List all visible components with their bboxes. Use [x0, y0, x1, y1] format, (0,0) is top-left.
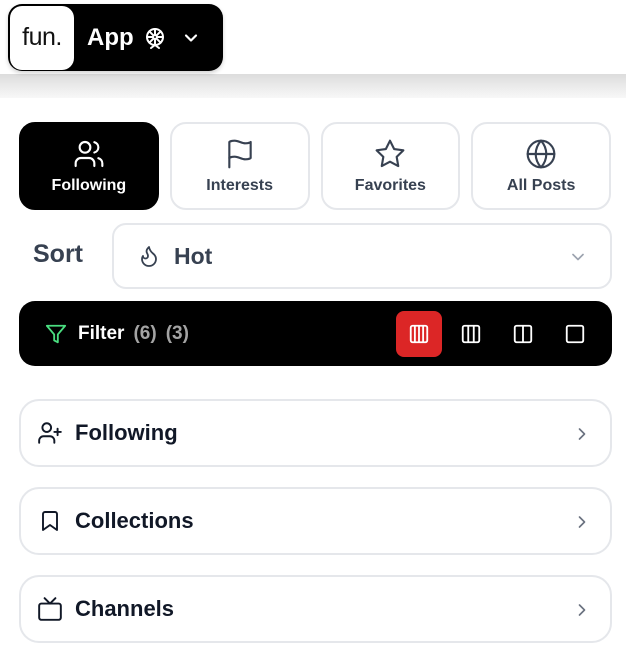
tv-icon — [35, 596, 65, 622]
four-column-layout-button[interactable] — [396, 311, 442, 357]
filter-bar: Filter (6) (3) — [19, 301, 612, 366]
filter-count: (6) — [133, 322, 157, 344]
tab-label: Following — [51, 176, 127, 194]
chevron-down-icon — [568, 247, 588, 267]
nav-label: Following — [75, 420, 178, 445]
two-columns-icon — [513, 324, 533, 344]
nav-label: Collections — [75, 508, 194, 533]
sort-select[interactable]: Hot — [112, 223, 612, 289]
tab-label: All Posts — [506, 176, 576, 194]
four-columns-icon — [409, 324, 429, 344]
globe-icon — [525, 138, 557, 170]
filter-button[interactable]: Filter — [45, 323, 124, 345]
nav-item-following[interactable]: Following — [19, 399, 612, 467]
filter-icon — [45, 323, 67, 345]
chevron-right-icon — [572, 424, 592, 444]
three-column-layout-button[interactable] — [448, 311, 494, 357]
flag-icon — [224, 138, 256, 170]
tab-favorites[interactable]: Favorites — [320, 122, 461, 210]
tab-label: Interests — [206, 176, 273, 194]
flame-icon — [137, 244, 161, 268]
sort-label: Sort — [33, 240, 83, 268]
two-column-layout-button[interactable] — [500, 311, 546, 357]
tab-following[interactable]: Following — [19, 122, 159, 210]
brand-logo: fun. — [10, 5, 74, 70]
filter-count-secondary: (3) — [165, 322, 189, 344]
ferris-wheel-icon — [143, 26, 167, 50]
users-icon — [73, 138, 105, 170]
tab-interests[interactable]: Interests — [169, 122, 310, 210]
single-column-icon — [565, 324, 585, 344]
star-icon — [374, 138, 406, 170]
tab-label: Favorites — [354, 176, 426, 194]
app-switcher[interactable]: fun. App — [8, 4, 223, 71]
feed-tabs: Following Interests Favorites All Posts — [19, 122, 611, 210]
chevron-down-icon — [181, 28, 201, 48]
tab-all-posts[interactable]: All Posts — [471, 122, 611, 210]
layout-toggle-group — [396, 311, 598, 357]
app-label: App — [87, 23, 134, 51]
nav-item-collections[interactable]: Collections — [19, 487, 612, 555]
filter-label: Filter — [78, 322, 125, 344]
single-column-layout-button[interactable] — [552, 311, 598, 357]
topbar-shadow — [0, 74, 626, 98]
nav-label: Channels — [75, 596, 175, 621]
sort-value: Hot — [174, 242, 213, 269]
three-columns-icon — [461, 324, 481, 344]
chevron-right-icon — [572, 512, 592, 532]
bookmark-icon — [35, 509, 65, 533]
chevron-right-icon — [572, 600, 592, 620]
nav-item-channels[interactable]: Channels — [19, 575, 612, 643]
user-plus-icon — [35, 420, 65, 446]
